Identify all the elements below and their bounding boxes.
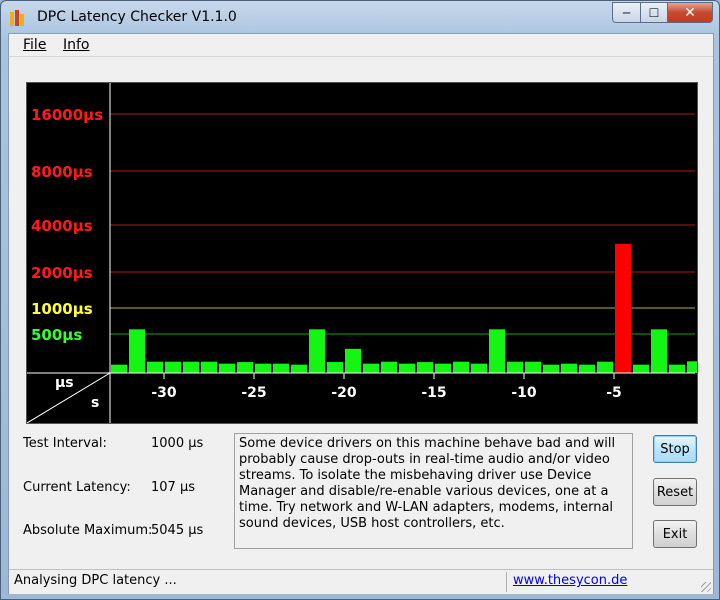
app-window: DPC Latency Checker V1.1.0 ─ ☐ ✕ File In…: [0, 0, 720, 600]
status-text: Analysing DPC latency ...: [14, 573, 177, 588]
latency-bar: [417, 362, 433, 373]
exit-button[interactable]: Exit: [653, 520, 697, 548]
stop-button[interactable]: Stop: [653, 435, 697, 463]
latency-bar: [129, 329, 145, 373]
menu-file-label: File: [23, 37, 47, 53]
latency-bar: [507, 361, 523, 373]
x-tick-label: -25: [241, 385, 266, 401]
test-interval-value: 1000 µs: [151, 436, 204, 451]
latency-bar: [687, 361, 697, 373]
y-tick-label: 2000µs: [31, 264, 93, 282]
latency-bar: [165, 361, 181, 373]
maximize-button[interactable]: ☐: [641, 2, 668, 23]
status-bar: Analysing DPC latency ... www.thesycon.d…: [9, 569, 713, 594]
absolute-max-value: 5045 µs: [151, 523, 204, 538]
latency-bar: [219, 363, 235, 373]
latency-bar: [651, 329, 667, 373]
absolute-max-label: Absolute Maximum:: [23, 523, 153, 538]
latency-bar: [111, 364, 127, 373]
app-icon: [10, 10, 28, 26]
latency-bar: [399, 363, 415, 373]
x-tick-label: -30: [151, 385, 177, 401]
latency-bar: [183, 361, 199, 373]
website-link[interactable]: www.thesycon.de: [513, 573, 627, 588]
message-box: Some device drivers on this machine beha…: [234, 433, 633, 549]
status-separator: [506, 572, 507, 592]
minimize-button[interactable]: ─: [612, 2, 641, 23]
title-bar[interactable]: DPC Latency Checker V1.1.0 ─ ☐ ✕: [1, 1, 719, 33]
latency-bar: [327, 362, 343, 373]
latency-bar: [471, 363, 487, 373]
latency-bar: [309, 329, 325, 373]
current-latency-label: Current Latency:: [23, 480, 131, 495]
y-axis-unit-label: µs: [55, 375, 74, 391]
latency-bar: [255, 363, 271, 373]
x-tick-label: -15: [421, 385, 446, 401]
latency-bar: [435, 363, 451, 373]
latency-bar: [615, 243, 631, 373]
latency-bar: [237, 362, 253, 373]
x-tick-label: -10: [511, 385, 537, 401]
latency-bar: [291, 364, 307, 373]
menu-bar: File Info: [9, 34, 713, 57]
y-tick-label: 8000µs: [31, 163, 93, 181]
latency-bar: [525, 361, 541, 373]
latency-bar: [453, 361, 469, 373]
latency-bar: [543, 364, 559, 373]
latency-bar: [147, 361, 163, 373]
x-tick-label: -20: [331, 385, 357, 401]
resize-grip[interactable]: [701, 582, 711, 592]
menu-info-label: Info: [63, 37, 90, 53]
reset-button[interactable]: Reset: [653, 478, 697, 506]
latency-bar: [597, 361, 613, 373]
latency-bar: [633, 364, 649, 373]
latency-chart-svg: 16000µs 8000µs 4000µs 2000µs 1000µs 500µs -30 -…: [27, 83, 697, 423]
latency-bar: [579, 364, 595, 373]
close-button[interactable]: ✕: [668, 2, 713, 23]
latency-bar: [381, 361, 397, 373]
latency-bar: [201, 361, 217, 373]
window-title: DPC Latency Checker V1.1.0: [37, 9, 237, 25]
menu-info[interactable]: Info: [63, 37, 90, 53]
y-tick-label: 4000µs: [31, 217, 93, 235]
x-tick-label: -5: [606, 385, 622, 401]
y-tick-label: 500µs: [31, 326, 82, 344]
latency-chart: 16000µs 8000µs 4000µs 2000µs 1000µs 500µs -30 -…: [26, 82, 698, 424]
test-interval-label: Test Interval:: [23, 436, 107, 451]
latency-bar: [345, 348, 361, 373]
latency-bar: [669, 364, 685, 373]
x-axis-unit-label: s: [91, 395, 99, 411]
current-latency-value: 107 µs: [151, 480, 195, 495]
latency-bar: [273, 363, 289, 373]
menu-file[interactable]: File: [23, 37, 46, 53]
y-tick-label: 16000µs: [31, 106, 103, 124]
y-tick-label: 1000µs: [31, 300, 93, 318]
latency-bar: [561, 363, 577, 373]
latency-bar: [489, 329, 505, 373]
client-area: File Info 16000µs 8000µs 4000µs 2000µs 1000µ…: [8, 33, 714, 594]
latency-bar: [363, 363, 379, 373]
